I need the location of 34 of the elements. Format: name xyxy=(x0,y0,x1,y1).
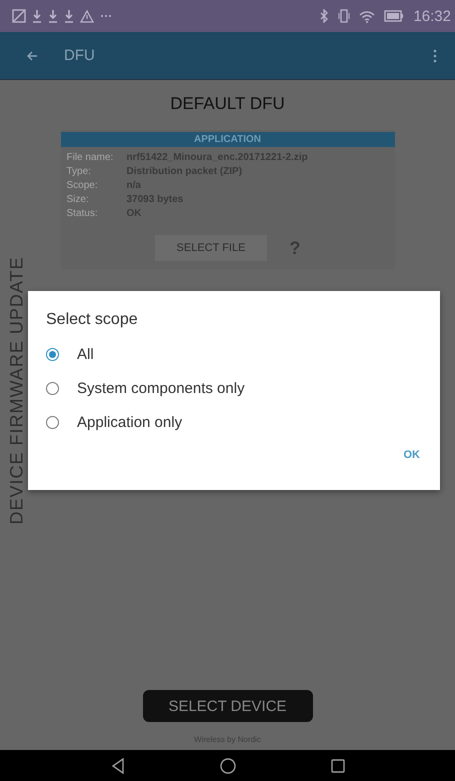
ok-button[interactable]: OK xyxy=(400,443,424,467)
home-icon[interactable] xyxy=(220,758,236,774)
back-icon[interactable] xyxy=(110,758,124,774)
side-label: DEVICE FIRMWARE UPDATE xyxy=(6,256,28,527)
wifi-icon xyxy=(359,10,376,22)
vibrate-icon xyxy=(338,9,350,23)
select-device-button[interactable]: SELECT DEVICE xyxy=(142,690,312,722)
warning-icon xyxy=(80,10,94,22)
card-header: APPLICATION xyxy=(60,132,394,147)
option-label[interactable]: All xyxy=(77,346,94,362)
bluetooth-icon xyxy=(319,9,330,23)
field-label: Size: xyxy=(66,193,90,207)
download-icon xyxy=(64,9,74,23)
recents-icon[interactable] xyxy=(330,758,344,772)
download-icon xyxy=(48,9,58,23)
download-icon xyxy=(32,9,42,23)
option-label[interactable]: Application only xyxy=(77,414,182,430)
field-label: Scope: xyxy=(66,179,99,193)
more-icon xyxy=(100,14,112,18)
image-icon xyxy=(12,9,26,23)
clock: 16:32 xyxy=(413,8,451,24)
radio-button[interactable] xyxy=(46,416,59,428)
battery-icon xyxy=(384,10,404,22)
radio-button[interactable] xyxy=(46,348,59,360)
field-label: Status: xyxy=(66,207,99,221)
field-label: File name: xyxy=(66,151,114,165)
radio-button[interactable] xyxy=(46,382,59,394)
field-label: Type: xyxy=(66,165,92,179)
app-title: DFU xyxy=(64,47,96,64)
option-label[interactable]: System components only xyxy=(77,380,245,396)
menu-icon[interactable] xyxy=(433,48,437,62)
dialog-title: Select scope xyxy=(46,311,139,329)
page-heading: DEFAULT DFU xyxy=(170,94,285,114)
back-arrow-icon[interactable] xyxy=(26,50,38,62)
